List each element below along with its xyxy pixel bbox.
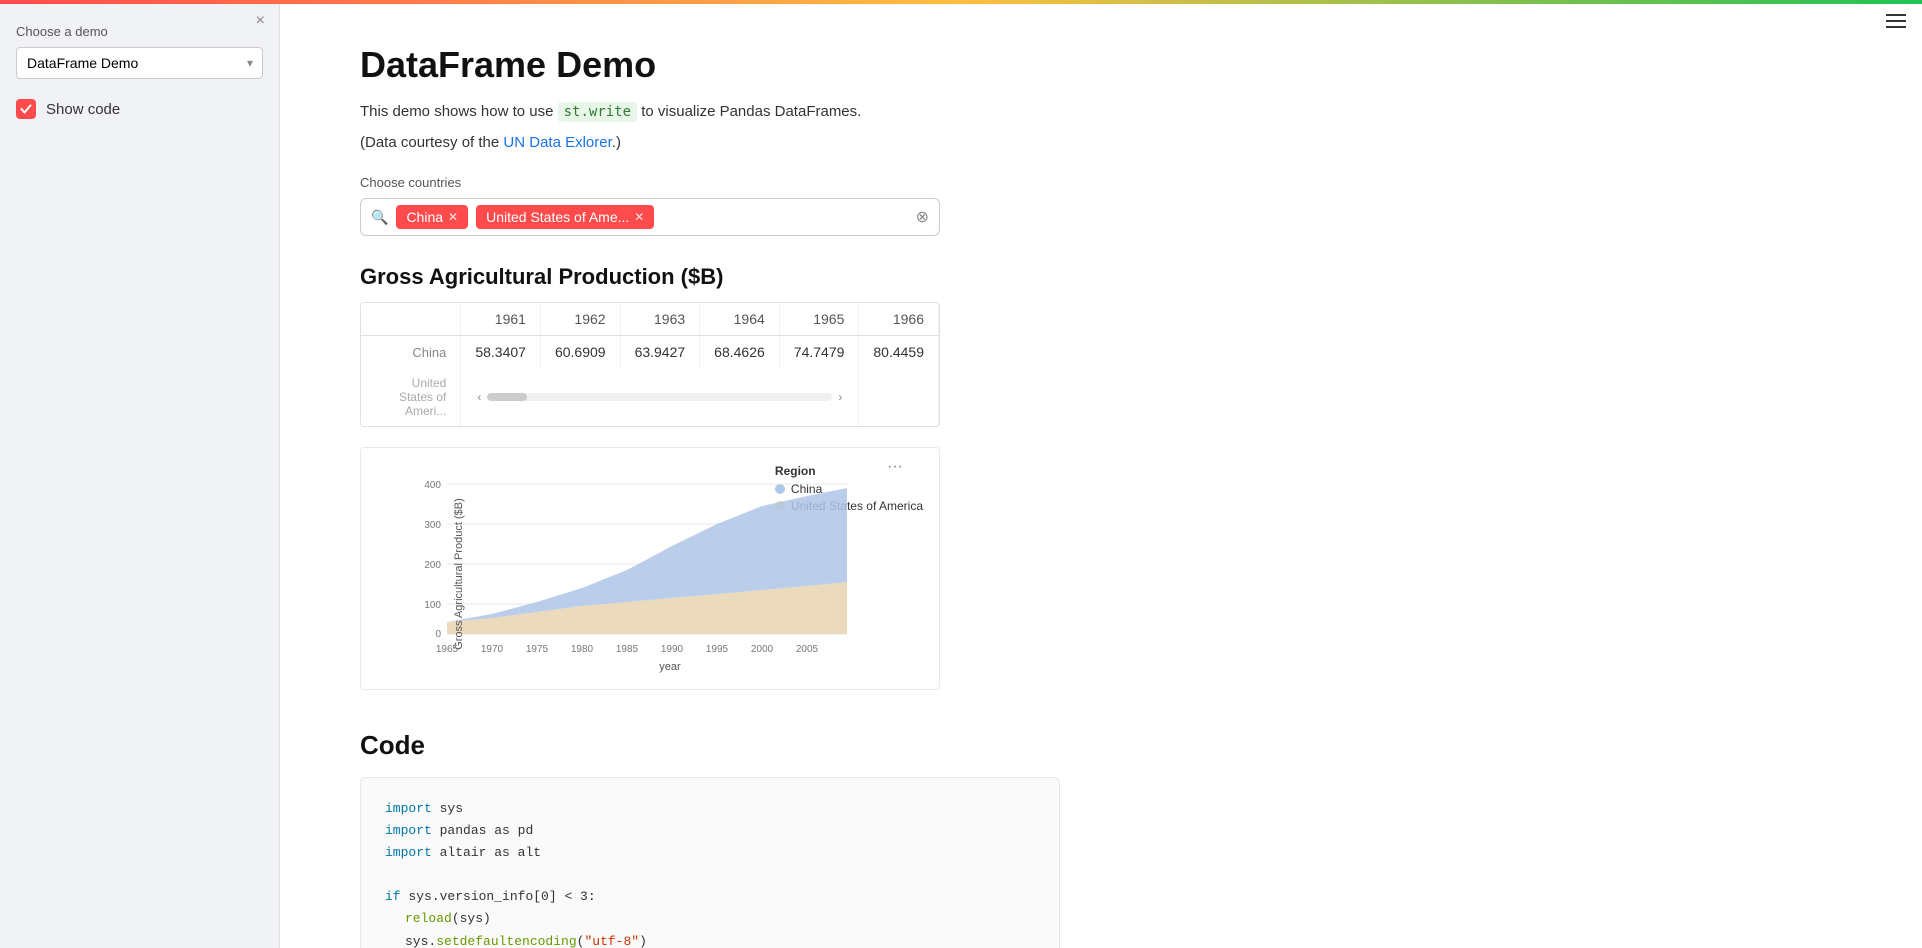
row-china-1966: 80.4459: [859, 336, 939, 369]
row-usa-label: United States of Ameri...: [361, 368, 461, 426]
chart-section-title: Gross Agricultural Production ($B): [360, 264, 1842, 290]
svg-text:400: 400: [424, 480, 441, 491]
hamburger-menu[interactable]: [1886, 14, 1906, 28]
sidebar-close-button[interactable]: ×: [256, 12, 265, 30]
tag-usa[interactable]: United States of Ame... ✕: [476, 205, 654, 229]
svg-text:0: 0: [435, 629, 441, 640]
tag-usa-close[interactable]: ✕: [634, 210, 644, 224]
data-credit: (Data courtesy of the UN Data Exlorer.): [360, 134, 1842, 151]
chart-container: ··· Region China United States of Americ…: [360, 447, 940, 690]
top-bar: [0, 0, 1922, 4]
code-line-5: reload(sys): [385, 908, 1035, 930]
svg-text:1995: 1995: [706, 644, 729, 654]
demo-label: Choose a demo: [16, 24, 263, 39]
svg-text:300: 300: [424, 520, 441, 531]
table-header-1963: 1963: [620, 303, 700, 336]
svg-text:2005: 2005: [796, 644, 819, 654]
svg-text:200: 200: [424, 560, 441, 571]
table-row-china: China 58.3407 60.6909 63.9427 68.4626 74…: [361, 336, 939, 369]
demo-select[interactable]: DataFrame Demo: [16, 47, 263, 79]
code-block: import sys import pandas as pd import al…: [360, 777, 1060, 948]
sidebar: × Choose a demo DataFrame Demo Show code: [0, 0, 280, 948]
table-header-row: 1961 1962 1963 1964 1965 1966: [361, 303, 939, 336]
show-code-label: Show code: [46, 101, 120, 118]
table-header-1961: 1961: [461, 303, 541, 336]
chart-svg-wrap: 400 300 200 100 0 1965 1970 1975 1980 19…: [417, 474, 923, 673]
scroll-right-button[interactable]: ›: [836, 388, 844, 406]
row-usa-empty: [859, 368, 939, 426]
demo-select-wrap: DataFrame Demo: [16, 47, 263, 79]
svg-text:1970: 1970: [481, 644, 504, 654]
page-title: DataFrame Demo: [360, 44, 1842, 86]
main-content: DataFrame Demo This demo shows how to us…: [280, 0, 1922, 948]
table-row-usa: United States of Ameri... ‹ ›: [361, 368, 939, 426]
tag-usa-label: United States of Ame...: [486, 209, 629, 225]
code-line-6: sys.setdefaultencoding("utf-8"): [385, 931, 1035, 948]
tag-china[interactable]: China ✕: [396, 205, 468, 229]
code-line-1: import sys: [385, 798, 1035, 820]
code-line-3: import altair as alt: [385, 842, 1035, 864]
svg-text:1990: 1990: [661, 644, 684, 654]
table-header-1965: 1965: [779, 303, 859, 336]
svg-text:1980: 1980: [571, 644, 594, 654]
row-china-1963: 63.9427: [620, 336, 700, 369]
description: This demo shows how to use st.write to v…: [360, 100, 1842, 124]
table-header-1962: 1962: [540, 303, 620, 336]
row-china-1961: 58.3407: [461, 336, 541, 369]
code-inline: st.write: [558, 102, 637, 122]
row-china-1965: 74.7479: [779, 336, 859, 369]
x-axis-label: year: [417, 661, 923, 673]
code-line-blank: [385, 864, 1035, 886]
data-table-wrap: 1961 1962 1963 1964 1965 1966 China 58.3…: [360, 302, 940, 427]
svg-text:2000: 2000: [751, 644, 774, 654]
chart-svg: 400 300 200 100 0 1965 1970 1975 1980 19…: [417, 474, 847, 654]
code-line-4: if sys.version_info[0] < 3:: [385, 886, 1035, 908]
row-china-1964: 68.4626: [700, 336, 780, 369]
tag-china-close[interactable]: ✕: [448, 210, 458, 224]
countries-label: Choose countries: [360, 175, 1842, 190]
row-china-label: China: [361, 336, 461, 369]
table-header-country: [361, 303, 461, 336]
data-table: 1961 1962 1963 1964 1965 1966 China 58.3…: [361, 303, 939, 426]
un-data-link[interactable]: UN Data Exlorer: [503, 134, 611, 151]
table-header-1964: 1964: [700, 303, 780, 336]
chart-area: Gross Agricultural Product ($B) 400 300 …: [377, 474, 923, 673]
search-icon: 🔍: [371, 209, 388, 226]
svg-text:100: 100: [424, 600, 441, 611]
selector-clear-button[interactable]: ⊗: [916, 207, 929, 227]
country-selector[interactable]: 🔍 China ✕ United States of Ame... ✕ ⊗: [360, 198, 940, 236]
scroll-left-button[interactable]: ‹: [475, 388, 483, 406]
scroll-thumb: [487, 393, 527, 401]
show-code-checkbox-row[interactable]: Show code: [16, 99, 263, 119]
tag-china-label: China: [406, 209, 443, 225]
table-header-1966: 1966: [859, 303, 939, 336]
svg-text:1975: 1975: [526, 644, 549, 654]
svg-text:1985: 1985: [616, 644, 639, 654]
code-line-2: import pandas as pd: [385, 820, 1035, 842]
row-usa-scrollbar[interactable]: ‹ ›: [461, 368, 859, 426]
checkbox-icon: [16, 99, 36, 119]
scroll-track: [487, 393, 832, 401]
code-section-title: Code: [360, 730, 1842, 761]
y-axis-label: Gross Agricultural Product ($B): [453, 498, 465, 650]
row-china-1962: 60.6909: [540, 336, 620, 369]
